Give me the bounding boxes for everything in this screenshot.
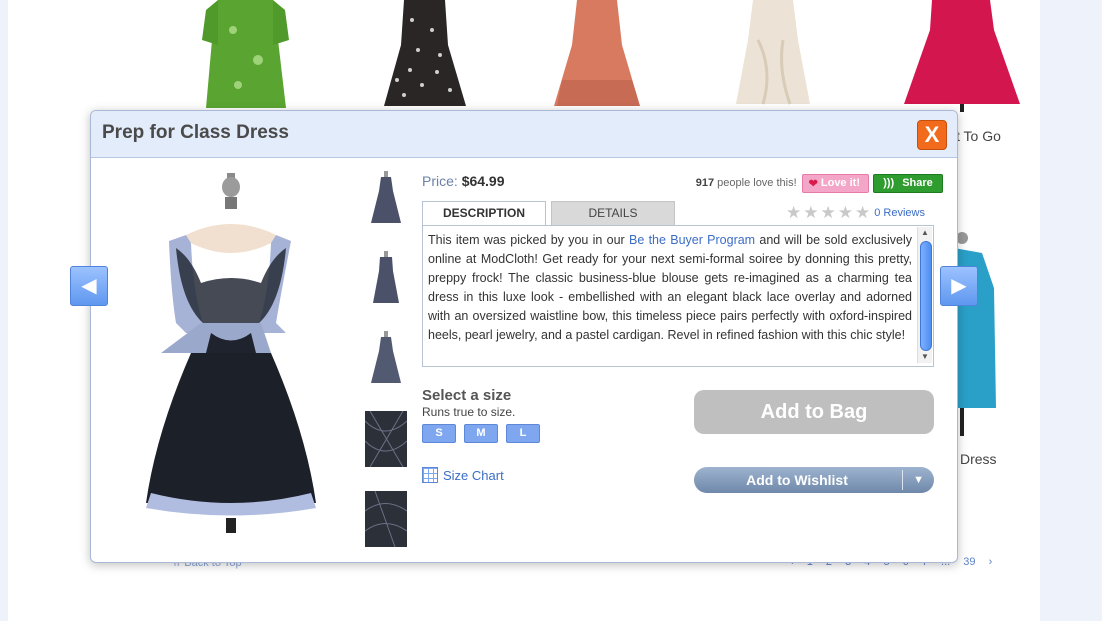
modal-title: Prep for Class Dress [102, 122, 289, 143]
star-icon[interactable]: ★ [821, 204, 836, 221]
price-label: Price: [422, 173, 458, 189]
size-chart-link[interactable]: Size Chart [422, 467, 504, 483]
page-link[interactable]: 39 [963, 556, 975, 568]
love-it-label: Love it! [820, 177, 860, 189]
add-to-wishlist-button[interactable]: Add to Wishlist ▼ [694, 467, 934, 493]
bg-caption-2[interactable]: Dress [960, 451, 997, 467]
thumbnail-front[interactable] [365, 171, 407, 227]
wishlist-divider [902, 470, 903, 490]
price: Price: $64.99 [422, 173, 505, 189]
share-icon: ))) [883, 177, 895, 189]
size-l-button[interactable]: L [506, 424, 540, 443]
arrow-left-icon[interactable]: ◀ [70, 266, 108, 306]
description-scrollbar[interactable]: ▲ ▼ [917, 227, 932, 363]
bg-caption-1[interactable]: t To Go [956, 128, 1001, 144]
be-the-buyer-link[interactable]: Be the Buyer Program [629, 233, 755, 247]
star-icon[interactable]: ★ [838, 204, 853, 221]
scroll-up-icon[interactable]: ▲ [918, 227, 932, 239]
bg-dress-coral[interactable] [552, 0, 642, 110]
table-icon [422, 467, 438, 483]
price-value: $64.99 [461, 173, 505, 189]
bg-dress-teal[interactable] [952, 228, 1002, 438]
bg-dress-green[interactable] [198, 0, 293, 110]
description-text: This item was picked by you in our Be th… [428, 231, 912, 345]
share-button[interactable]: ))) Share [873, 173, 943, 193]
size-chart-label: Size Chart [443, 467, 504, 483]
description-panel: This item was picked by you in our Be th… [422, 225, 934, 367]
close-icon[interactable]: X [917, 120, 947, 150]
description-intro: This item was picked by you in our [428, 233, 629, 247]
chevron-down-icon[interactable]: ▼ [913, 467, 924, 493]
pagination-next-icon[interactable]: › [989, 556, 993, 568]
bg-dress-cream[interactable] [728, 0, 818, 110]
star-icon[interactable]: ★ [786, 204, 801, 221]
love-it-button[interactable]: ❤ Love it! [801, 173, 869, 193]
size-s-button[interactable]: S [422, 424, 456, 443]
thumbnail-back[interactable] [365, 331, 407, 387]
star-icon[interactable]: ★ [855, 204, 870, 221]
star-icon[interactable]: ★ [803, 204, 818, 221]
thumbnail-lace-detail[interactable] [364, 410, 408, 468]
love-text: people love this! [717, 177, 797, 189]
love-count: 917 [695, 177, 715, 189]
modal-header: Prep for Class Dress X [91, 111, 957, 158]
size-note: Runs true to size. [422, 405, 516, 419]
rating: ★ ★ ★ ★ ★ 0 Reviews [786, 204, 925, 221]
heart-icon: ❤ [808, 177, 818, 190]
add-to-wishlist-label: Add to Wishlist [746, 472, 848, 488]
thumbnail-list [364, 171, 409, 571]
main-product-image [146, 173, 316, 533]
add-to-bag-button[interactable]: Add to Bag [694, 390, 934, 434]
size-m-button[interactable]: M [464, 424, 498, 443]
description-body: and will be sold exclusively online at M… [428, 233, 913, 342]
scroll-down-icon[interactable]: ▼ [918, 351, 932, 363]
size-options: S M L [422, 424, 548, 443]
size-title: Select a size [422, 387, 512, 404]
bg-dress-red[interactable] [902, 0, 1022, 112]
scrollbar-thumb[interactable] [920, 241, 932, 351]
bg-dress-polka[interactable] [382, 0, 467, 110]
quick-view-modal: Prep for Class Dress X Price: $64.99 917… [90, 110, 958, 563]
tab-description[interactable]: DESCRIPTION [422, 201, 546, 226]
thumbnail-bow-detail[interactable] [364, 490, 408, 548]
tab-details[interactable]: DETAILS [551, 201, 675, 226]
thumbnail-side[interactable] [365, 251, 407, 307]
arrow-right-icon[interactable]: ▶ [940, 266, 978, 306]
reviews-link[interactable]: 0 Reviews [874, 207, 925, 219]
social-actions: 917 people love this! ❤ Love it! ))) Sha… [695, 173, 943, 193]
share-label: Share [902, 177, 933, 189]
size-selector: Select a size Runs true to size. S M L [422, 387, 548, 443]
